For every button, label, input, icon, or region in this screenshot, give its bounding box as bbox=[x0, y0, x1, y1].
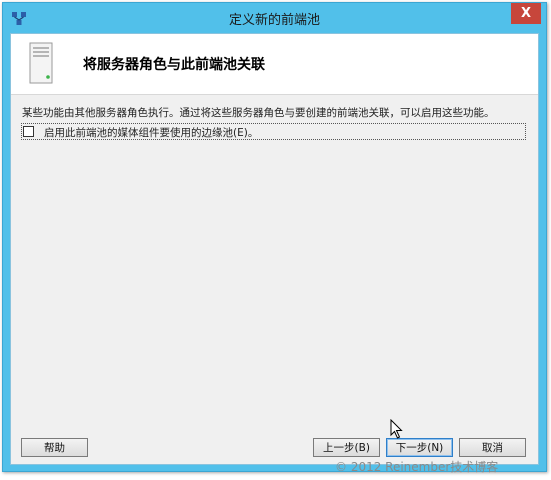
watermark-text: © 2012 Reinember技术博客 bbox=[335, 460, 499, 474]
cancel-button[interactable]: 取消 bbox=[459, 438, 526, 457]
close-button[interactable]: X bbox=[511, 3, 541, 24]
edge-pool-checkbox[interactable] bbox=[23, 126, 34, 137]
description-text: 某些功能由其他服务器角色执行。通过将这些服务器角色与要创建的前端池关联，可以启用… bbox=[22, 107, 495, 119]
wizard-header: 将服务器角色与此前端池关联 bbox=[11, 34, 538, 95]
close-icon: X bbox=[520, 6, 532, 21]
dialog-client-area: 将服务器角色与此前端池关联 某些功能由其他服务器角色执行。通过将这些服务器角色与… bbox=[10, 33, 539, 465]
dialog-window: 定义新的前端池 X 将服务器角色与此前端池关联 某些功能由其他服务器角色执行。通… bbox=[2, 2, 547, 472]
edge-pool-checkbox-row[interactable]: 启用此前端池的媒体组件要使用的边缘池(E)。 bbox=[21, 123, 526, 140]
title-bar[interactable]: 定义新的前端池 X bbox=[3, 3, 546, 33]
window-title: 定义新的前端池 bbox=[228, 13, 320, 28]
page-title: 将服务器角色与此前端池关联 bbox=[83, 57, 265, 73]
back-button[interactable]: 上一步(B) bbox=[313, 438, 380, 457]
help-button[interactable]: 帮助 bbox=[21, 438, 88, 457]
edge-pool-checkbox-label[interactable]: 启用此前端池的媒体组件要使用的边缘池(E)。 bbox=[44, 125, 258, 140]
mouse-cursor-icon bbox=[390, 418, 404, 441]
server-icon bbox=[26, 41, 58, 85]
